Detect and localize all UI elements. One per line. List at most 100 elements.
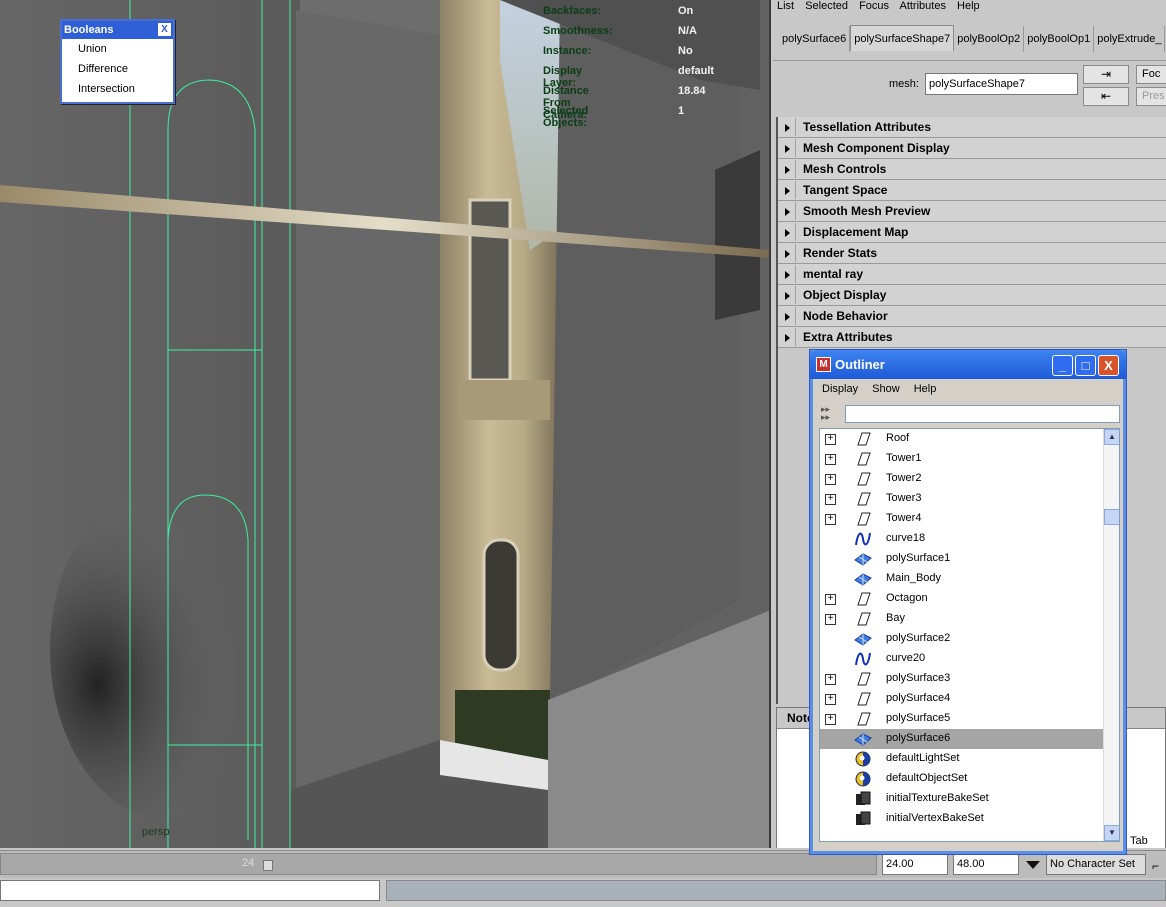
outliner-item[interactable]: defaultObjectSet: [820, 769, 1103, 789]
tab-polyboolop1[interactable]: polyBoolOp1: [1024, 26, 1095, 52]
outliner-item[interactable]: polySurface6: [820, 729, 1103, 749]
focus-button[interactable]: Foc: [1136, 65, 1166, 84]
outliner-item[interactable]: + polySurface5: [820, 709, 1103, 729]
tab-label: Tab: [1130, 835, 1148, 847]
expand-plus-icon[interactable]: +: [825, 474, 836, 485]
outliner-filter-field[interactable]: [845, 405, 1120, 423]
menu-attributes[interactable]: Attributes: [899, 0, 945, 12]
menu-help[interactable]: Help: [914, 383, 937, 395]
menu-list[interactable]: List: [777, 0, 794, 12]
close-icon[interactable]: X: [158, 23, 171, 36]
expand-plus-icon[interactable]: +: [825, 594, 836, 605]
menu-show[interactable]: Show: [872, 383, 900, 395]
outliner-item-label: polySurface3: [886, 672, 951, 684]
time-slider-handle[interactable]: [263, 860, 273, 871]
section-mesh-component-display[interactable]: Mesh Component Display: [778, 138, 1166, 159]
outliner-item[interactable]: + Tower3: [820, 489, 1103, 509]
outliner-item-label: Tower4: [886, 512, 922, 524]
tab-polysurfaceshape7[interactable]: polySurfaceShape7: [850, 25, 955, 51]
character-set-dropdown[interactable]: No Character Set: [1046, 854, 1146, 875]
hud-value: 1: [678, 105, 685, 117]
expand-plus-icon[interactable]: +: [825, 434, 836, 445]
tab-polyboolop2[interactable]: polyBoolOp2: [954, 26, 1025, 52]
range-start-field[interactable]: 24.00: [882, 854, 948, 875]
section-mental-ray[interactable]: mental ray: [778, 264, 1166, 285]
section-extra-attributes[interactable]: Extra Attributes: [778, 327, 1166, 348]
outliner-item[interactable]: defaultLightSet: [820, 749, 1103, 769]
section-tangent-space[interactable]: Tangent Space: [778, 180, 1166, 201]
outliner-item[interactable]: + Roof: [820, 429, 1103, 449]
tab-polyextrude[interactable]: polyExtrude_: [1094, 26, 1166, 52]
menu-focus[interactable]: Focus: [859, 0, 889, 12]
booleans-title-bar[interactable]: Booleans X: [62, 21, 173, 39]
expand-arrow-icon: [785, 313, 790, 321]
section-mesh-controls[interactable]: Mesh Controls: [778, 159, 1166, 180]
outliner-item[interactable]: polySurface1: [820, 549, 1103, 569]
scrollbar-thumb[interactable]: [1104, 509, 1119, 525]
command-result: [386, 880, 1166, 901]
union-item[interactable]: Union: [62, 39, 173, 59]
select-input-button[interactable]: ⇥: [1083, 65, 1129, 84]
expand-plus-icon[interactable]: +: [825, 494, 836, 505]
outliner-item[interactable]: + Octagon: [820, 589, 1103, 609]
outliner-item[interactable]: curve20: [820, 649, 1103, 669]
chevron-down-icon[interactable]: [1022, 855, 1044, 874]
curve-icon: [854, 531, 872, 547]
outliner-item[interactable]: Main_Body: [820, 569, 1103, 589]
outliner-item[interactable]: initialVertexBakeSet: [820, 809, 1103, 829]
time-slider[interactable]: 24: [0, 853, 877, 875]
command-input[interactable]: [0, 880, 380, 901]
range-end-field[interactable]: 48.00: [953, 854, 1019, 875]
outliner-item[interactable]: + Tower4: [820, 509, 1103, 529]
section-displacement-map[interactable]: Displacement Map: [778, 222, 1166, 243]
curve-icon: [854, 651, 872, 667]
expand-arrow-icon: [785, 145, 790, 153]
section-smooth-mesh-preview[interactable]: Smooth Mesh Preview: [778, 201, 1166, 222]
outliner-item[interactable]: initialTextureBakeSet: [820, 789, 1103, 809]
outliner-item-label: Bay: [886, 612, 905, 624]
mesh-icon: [854, 551, 872, 567]
scroll-up-icon[interactable]: ▲: [1104, 429, 1119, 445]
menu-selected[interactable]: Selected: [805, 0, 848, 12]
section-object-display[interactable]: Object Display: [778, 285, 1166, 306]
outliner-item[interactable]: polySurface2: [820, 629, 1103, 649]
outliner-item[interactable]: + polySurface3: [820, 669, 1103, 689]
key-icon[interactable]: ⌐: [1152, 859, 1159, 873]
command-line: [0, 879, 1166, 907]
outliner-item[interactable]: + Tower2: [820, 469, 1103, 489]
mesh-name-field[interactable]: [925, 73, 1078, 95]
expand-plus-icon[interactable]: +: [825, 514, 836, 525]
presets-button[interactable]: Pres: [1136, 87, 1166, 106]
expand-plus-icon[interactable]: +: [825, 714, 836, 725]
section-node-behavior[interactable]: Node Behavior: [778, 306, 1166, 327]
difference-item[interactable]: Difference: [62, 59, 173, 79]
close-button[interactable]: X: [1098, 355, 1119, 376]
section-tessellation[interactable]: Tessellation Attributes: [778, 117, 1166, 138]
outliner-item-label: Octagon: [886, 592, 928, 604]
tab-polysurface6[interactable]: polySurface6: [779, 26, 851, 52]
perspective-viewport[interactable]: Backfaces: On Smoothness: N/A Instance: No …: [0, 0, 771, 848]
menu-display[interactable]: Display: [822, 383, 858, 395]
outliner-item[interactable]: + polySurface4: [820, 689, 1103, 709]
scroll-down-icon[interactable]: ▼: [1104, 825, 1119, 841]
filter-icon[interactable]: ▸▸ ▸▸: [821, 405, 839, 423]
maximize-button[interactable]: □: [1075, 355, 1096, 376]
minimize-button[interactable]: _: [1052, 355, 1073, 376]
expand-plus-icon[interactable]: +: [825, 694, 836, 705]
outliner-item[interactable]: + Bay: [820, 609, 1103, 629]
outliner-item[interactable]: curve18: [820, 529, 1103, 549]
vertical-scrollbar[interactable]: ▲ ▼: [1103, 429, 1119, 841]
expand-plus-icon[interactable]: +: [825, 614, 836, 625]
section-render-stats[interactable]: Render Stats: [778, 243, 1166, 264]
select-output-button[interactable]: ⇤: [1083, 87, 1129, 106]
mesh-row: mesh: ⇥ ⇤ Foc Pres: [773, 60, 1166, 115]
expand-arrow-icon: [785, 271, 790, 279]
outliner-list[interactable]: + Roof + Tower1 + Tower2 + Tower3 + Tower4 curve18…: [819, 428, 1120, 842]
intersection-item[interactable]: Intersection: [62, 79, 173, 99]
booleans-title: Booleans: [64, 24, 114, 36]
outliner-title-bar[interactable]: M Outliner _ □ X: [810, 350, 1126, 379]
outliner-item[interactable]: + Tower1: [820, 449, 1103, 469]
expand-plus-icon[interactable]: +: [825, 674, 836, 685]
menu-help[interactable]: Help: [957, 0, 980, 12]
expand-plus-icon[interactable]: +: [825, 454, 836, 465]
